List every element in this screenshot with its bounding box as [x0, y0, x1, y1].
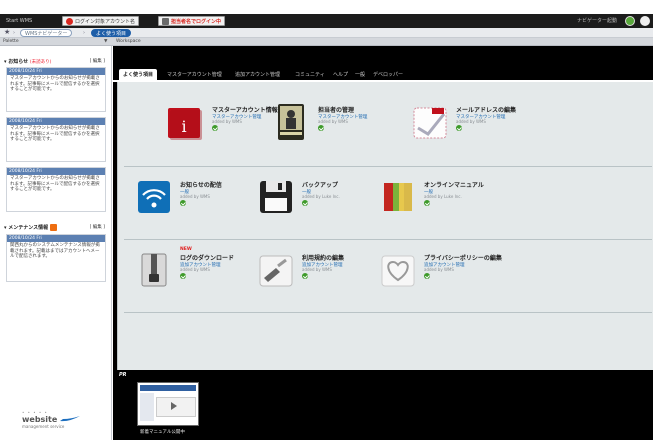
new-badge: NEW — [180, 247, 192, 252]
maintenance-date: 2008/10/24 Fri — [7, 235, 105, 242]
tab-bar: よく使う項目 マスターアカウント管理 追加アカウント管理 コミュニティ ヘルプ … — [113, 70, 653, 80]
collapse-arrow-icon[interactable]: ▼ — [104, 38, 107, 46]
maintenance-title: ▾ メンテナンス情報 — [4, 224, 58, 231]
palette-label: Palette — [3, 39, 19, 44]
manual-video-thumbnail[interactable] — [137, 382, 199, 426]
maintenance-text: 関西丸からのシステムメンテナンス情報が掲載されます。記載はまではアカウントへメー… — [10, 243, 100, 260]
card-notice-delivery[interactable]: お知らせの配信 一般 added by WMS — [134, 177, 259, 221]
card-backup[interactable]: バックアップ 一般 added by Luke Inc. — [256, 177, 381, 221]
website-logo: • • • • • website management service — [22, 410, 102, 436]
tab-general[interactable]: 一般 — [351, 70, 369, 80]
info-icon: i — [168, 108, 202, 140]
card-privacy-policy-edit[interactable]: プライバシーポリシーの編集 追加アカウント管理 added by WMS — [378, 250, 503, 294]
maintenance-item[interactable]: 2008/10/24 Fri 関西丸からのシステムメンテナンス情報が掲載されます… — [6, 234, 106, 282]
favorites-content: i マスターアカウント情報 マスターアカウント管理 added by WMS 担… — [117, 82, 653, 370]
notice-text: マスターアカウントからのお知らせが掲載されます。記事毎にメールで配信するかを選択… — [10, 176, 100, 193]
breadcrumb-wms-navigator[interactable]: WMSナビゲーター — [20, 29, 73, 37]
account-icon — [66, 18, 73, 25]
installed-check-icon — [180, 200, 186, 206]
maintenance-edit-link[interactable]: [ 編集 ] — [90, 224, 105, 230]
mail-icon — [413, 107, 447, 139]
chevron-right-icon: › — [13, 30, 15, 36]
breadcrumb-favorites[interactable]: よく使う項目 — [91, 29, 132, 37]
palette-sidebar: ▾ お知らせ (未読あり) [ 編集 ] 2008/10/24 Fri マスター… — [0, 46, 112, 440]
installed-check-icon — [318, 125, 324, 131]
person-icon — [278, 104, 304, 140]
svg-text:i: i — [181, 117, 186, 136]
notices-title: ▾ お知らせ (未読あり) — [4, 59, 52, 65]
card-mail-address-edit[interactable]: メールアドレスの編集 マスターアカウント管理 added by WMS — [410, 102, 535, 146]
installed-check-icon — [180, 273, 186, 279]
installed-check-icon — [424, 273, 430, 279]
navigator-launch-link[interactable]: ナビゲーター起動 — [577, 16, 617, 26]
notice-item[interactable]: 2008/10/24 Fri マスターアカウントからのお知らせが掲載されます。記… — [6, 167, 106, 212]
play-icon — [171, 402, 177, 410]
help-icon[interactable] — [625, 16, 635, 26]
notice-date: 2008/10/24 Fri — [7, 168, 105, 175]
row-divider — [124, 239, 652, 240]
swoosh-icon — [59, 416, 80, 422]
notices-edit-link[interactable]: [ 編集 ] — [90, 58, 105, 64]
panel-header: Palette ▼ Workspace — [0, 38, 653, 46]
rss-icon[interactable] — [50, 224, 58, 231]
person-icon — [162, 18, 169, 25]
breadcrumb: ★ › WMSナビゲーター › よく使う項目 — [0, 28, 653, 38]
top-margin — [0, 0, 653, 14]
workspace: よく使う項目 マスターアカウント管理 追加アカウント管理 コミュニティ ヘルプ … — [113, 46, 653, 440]
tab-developer[interactable]: デベロッパー — [369, 70, 407, 80]
installed-check-icon — [302, 200, 308, 206]
installed-check-icon — [424, 200, 430, 206]
wireless-icon — [138, 181, 170, 213]
notice-item[interactable]: 2008/10/24 Fri マスターアカウントからのお知らせが掲載されます。記… — [6, 117, 106, 162]
tab-additional-account[interactable]: 追加アカウント管理 — [231, 70, 284, 80]
tab-community[interactable]: コミュニティ — [291, 70, 329, 80]
notice-text: マスターアカウントからのお知らせが掲載されます。記事毎にメールで配信するかを選択… — [10, 126, 100, 143]
zip-icon — [141, 253, 167, 287]
notice-item[interactable]: 2008/10/24 Fri マスターアカウントからのお知らせが掲載されます。記… — [6, 67, 106, 112]
row-divider — [124, 166, 652, 167]
edit-icon — [259, 255, 293, 287]
power-icon[interactable] — [640, 16, 650, 26]
pr-label: PR — [119, 372, 127, 378]
card-staff-management[interactable]: 担当者の管理 マスターアカウント管理 added by WMS — [272, 102, 397, 146]
row-divider — [124, 312, 652, 313]
pr-section: PR 新着マニュアル公開中 — [113, 370, 653, 440]
card-log-download[interactable]: NEW ログのダウンロード 追加アカウント管理 added by WMS — [134, 247, 259, 294]
login-account-button[interactable]: ログイン対象アカウント名 — [62, 16, 140, 26]
star-icon[interactable]: ★ — [4, 28, 10, 36]
thumbnail-caption: 新着マニュアル公開中 — [140, 430, 185, 435]
tab-help[interactable]: ヘルプ — [329, 70, 352, 80]
installed-check-icon — [212, 125, 218, 131]
chevron-right-icon: › — [83, 30, 85, 36]
admin-login-button[interactable]: 担当者名でログイン中 — [158, 16, 226, 26]
floppy-icon — [260, 181, 292, 213]
installed-check-icon — [302, 273, 308, 279]
notice-date: 2008/10/24 Fri — [7, 68, 105, 75]
card-online-manual[interactable]: オンラインマニュアル 一般 added by Luke Inc. — [378, 177, 503, 221]
top-bar: Start WMS ログイン対象アカウント名 担当者名でログイン中 ナビゲーター… — [0, 14, 653, 28]
heart-icon — [381, 255, 415, 287]
workspace-label: Workspace — [116, 39, 141, 44]
tab-favorites[interactable]: よく使う項目 — [119, 70, 158, 80]
app-name: Start WMS — [6, 18, 33, 24]
notice-text: マスターアカウントからのお知らせが掲載されます。記事毎にメールで配信するかを選択… — [10, 76, 100, 93]
installed-check-icon — [456, 125, 462, 131]
card-terms-edit[interactable]: 利用規約の編集 追加アカウント管理 added by WMS — [256, 250, 381, 294]
book-icon — [384, 183, 412, 211]
notice-date: 2008/10/24 Fri — [7, 118, 105, 125]
tab-master-account[interactable]: マスターアカウント管理 — [163, 70, 226, 80]
